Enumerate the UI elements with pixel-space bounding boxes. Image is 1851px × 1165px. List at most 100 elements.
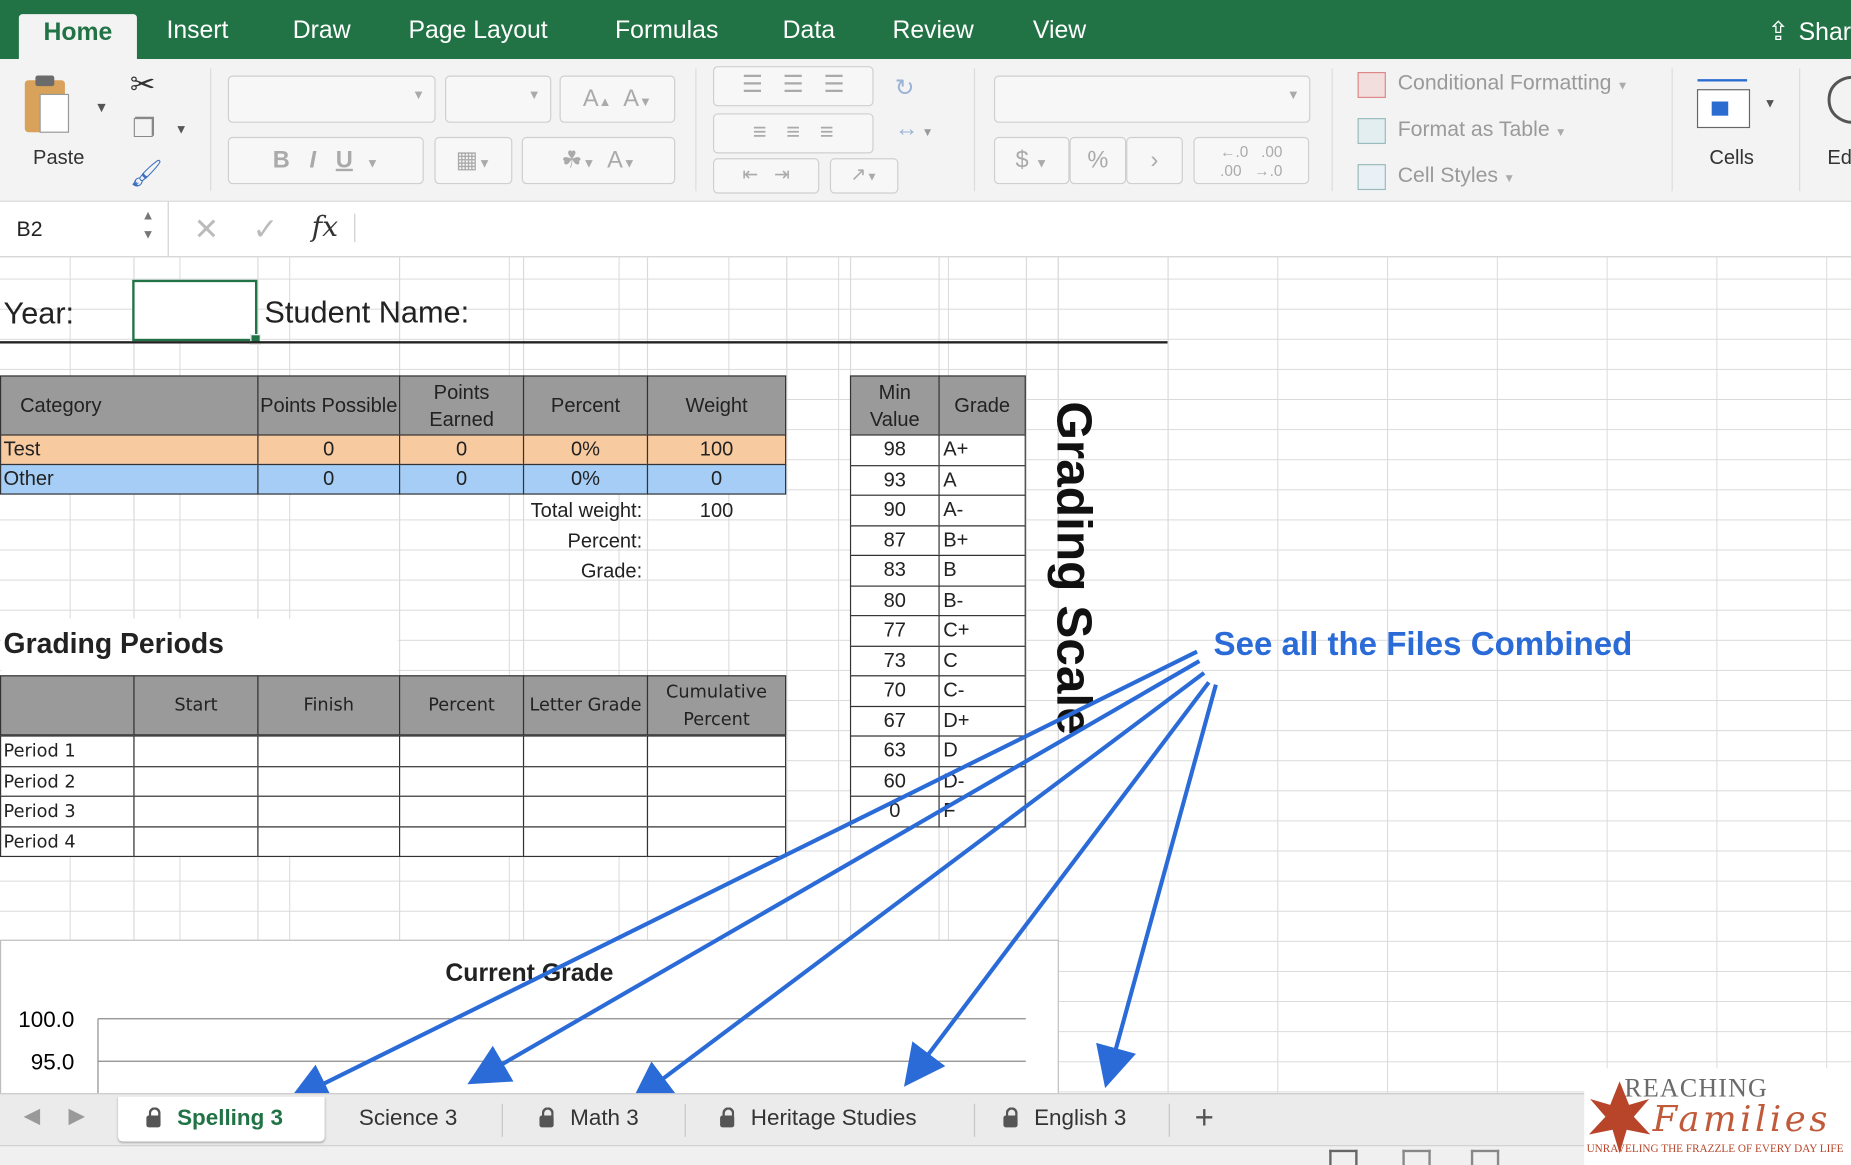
period-cell[interactable] (133, 735, 259, 767)
editing-button[interactable]: ◯ Ed (1825, 73, 1851, 169)
comma-button[interactable]: › (1126, 136, 1183, 185)
period-cell[interactable] (399, 765, 525, 797)
scale-min-value[interactable]: 93 (849, 464, 940, 496)
test-row-weight[interactable]: 100 (646, 434, 787, 466)
period-cell[interactable] (399, 795, 525, 827)
format-as-table-button[interactable]: Format as Table ▼ (1357, 117, 1567, 144)
scale-min-value[interactable]: 63 (849, 735, 940, 767)
percent-button[interactable]: % (1069, 136, 1127, 185)
period-cell[interactable] (646, 735, 787, 767)
scroll-right-icon[interactable]: ▶ (68, 1104, 84, 1129)
scale-grade[interactable]: A- (938, 494, 1026, 526)
period-cell[interactable] (646, 795, 787, 827)
horizontal-align-buttons[interactable]: ≡ ≡ ≡ (713, 113, 874, 154)
wrap-text-icon[interactable]: ↻ (895, 73, 915, 103)
borders-icon[interactable]: ▦▼ (434, 136, 513, 185)
scale-grade[interactable]: D- (938, 765, 1026, 797)
test-row-earned[interactable]: 0 (399, 434, 525, 466)
share-button[interactable]: ⇪ Shar (1767, 17, 1851, 48)
font-name-box[interactable]: ▼ (227, 75, 436, 123)
period-cell[interactable] (399, 735, 525, 767)
period-cell[interactable] (399, 825, 525, 858)
scale-min-value[interactable]: 90 (849, 494, 940, 526)
period-cell[interactable] (522, 795, 649, 827)
tab-data[interactable]: Data (783, 17, 835, 45)
period-cell[interactable] (257, 735, 401, 767)
normal-view-icon[interactable] (1329, 1149, 1358, 1165)
scale-min-value[interactable]: 73 (849, 645, 940, 677)
name-box-stepper[interactable]: ▲ ▼ (142, 207, 155, 245)
period-cell[interactable] (522, 765, 649, 797)
formula-input[interactable] (366, 216, 1830, 242)
scale-min-value[interactable]: 77 (849, 615, 940, 647)
scale-min-value[interactable]: 87 (849, 524, 940, 557)
period-label[interactable]: Period 2 (0, 765, 135, 797)
scale-grade[interactable]: D (938, 735, 1026, 767)
font-size-box[interactable]: ▼ (445, 75, 552, 123)
page-break-icon[interactable] (1470, 1149, 1500, 1165)
scale-grade[interactable]: D+ (938, 705, 1026, 737)
scale-grade[interactable]: B (938, 554, 1026, 587)
scale-min-value[interactable]: 60 (849, 765, 940, 797)
period-cell[interactable] (257, 795, 401, 827)
scale-min-value[interactable]: 98 (849, 434, 940, 466)
paste-button[interactable]: ▼ Paste (21, 73, 108, 179)
other-row-percent[interactable]: 0% (522, 463, 649, 495)
scale-grade[interactable]: B- (938, 584, 1026, 617)
fill-and-font-color[interactable]: ☘▼ A▼ (521, 136, 676, 185)
sheet-tab-math[interactable]: Math 3 (539, 1097, 639, 1142)
tab-insert[interactable]: Insert (166, 17, 228, 45)
scale-grade[interactable]: C (938, 645, 1026, 677)
other-row-weight[interactable]: 0 (646, 463, 787, 495)
conditional-formatting-button[interactable]: Conditional Formatting ▼ (1357, 71, 1628, 98)
copy-icon[interactable]: ❐ (132, 113, 155, 144)
scale-grade[interactable]: C- (938, 675, 1026, 707)
period-label[interactable]: Period 3 (0, 795, 135, 827)
decimal-buttons[interactable]: ←.0 .00.00 →.0 (1193, 136, 1310, 185)
indent-buttons[interactable]: ⇤ ⇥ (713, 158, 820, 194)
bold-italic-underline[interactable]: B I U ▼ (227, 136, 424, 185)
test-row-category[interactable]: Test (0, 434, 259, 466)
tab-review[interactable]: Review (892, 17, 973, 45)
other-row-category[interactable]: Other (0, 463, 259, 495)
enter-icon[interactable]: ✓ (253, 211, 279, 248)
scale-grade[interactable]: B+ (938, 524, 1026, 557)
paste-dropdown-icon[interactable]: ▼ (94, 99, 108, 116)
test-row-possible[interactable]: 0 (257, 434, 401, 466)
period-cell[interactable] (257, 825, 401, 858)
sheet-tab-spelling[interactable]: Spelling 3 (118, 1096, 325, 1142)
currency-button[interactable]: $ ▼ (993, 136, 1070, 185)
scale-grade[interactable]: F (938, 795, 1026, 827)
cells-button[interactable]: ▼ Cells (1695, 73, 1778, 186)
scale-min-value[interactable]: 83 (849, 554, 940, 587)
name-box[interactable]: B2 ▲ ▼ (0, 201, 169, 257)
scale-grade[interactable]: A+ (938, 434, 1026, 466)
sheet-tab-science[interactable]: Science 3 (359, 1097, 458, 1142)
period-label[interactable]: Period 1 (0, 735, 135, 767)
period-cell[interactable] (133, 795, 259, 827)
period-label[interactable]: Period 4 (0, 825, 135, 858)
other-row-earned[interactable]: 0 (399, 463, 525, 495)
period-cell[interactable] (522, 735, 649, 767)
scale-grade[interactable]: C+ (938, 615, 1026, 647)
font-size-adjust[interactable]: A▲ A▼ (559, 75, 676, 123)
sheet-tab-heritage[interactable]: Heritage Studies (720, 1097, 917, 1142)
tab-home[interactable]: Home (18, 14, 137, 60)
sheet-tab-english[interactable]: English 3 (1003, 1097, 1126, 1142)
scroll-left-icon[interactable]: ◀ (24, 1104, 40, 1129)
other-row-possible[interactable]: 0 (257, 463, 401, 495)
period-cell[interactable] (646, 765, 787, 797)
orientation-icon[interactable]: ↗▼ (829, 158, 899, 194)
period-cell[interactable] (522, 825, 649, 858)
test-row-percent[interactable]: 0% (522, 434, 649, 466)
selected-cell-b2[interactable] (132, 279, 261, 345)
vertical-align-buttons[interactable]: ☰ ☰ ☰ (713, 66, 874, 107)
tab-page-layout[interactable]: Page Layout (408, 17, 547, 45)
format-painter-icon[interactable]: 🖌 (130, 158, 163, 189)
scale-min-value[interactable]: 80 (849, 584, 940, 617)
page-layout-icon[interactable] (1402, 1149, 1431, 1165)
scale-min-value[interactable]: 67 (849, 705, 940, 737)
merge-icon[interactable]: ↔ ▼ (895, 116, 934, 143)
scale-min-value[interactable]: 0 (849, 795, 940, 827)
scale-grade[interactable]: A (938, 464, 1026, 496)
